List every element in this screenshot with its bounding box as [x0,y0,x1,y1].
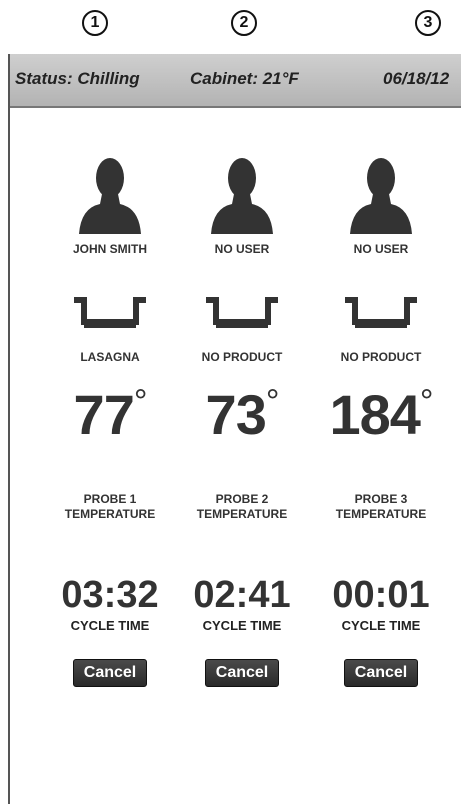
user-silhouette-icon[interactable] [167,154,317,239]
user-silhouette-icon[interactable] [35,154,185,239]
cycle-time-value: 00:01 [332,574,430,616]
probe-label-line2: TEMPERATURE [335,507,427,521]
callout-1: 1 [82,10,108,36]
probe-label-line1: PROBE 3 [354,492,408,506]
probe-label: PROBE 3 TEMPERATURE [306,492,456,522]
cycle-time-value: 03:32 [61,574,159,616]
user-name[interactable]: NO USER [306,242,456,256]
slot-3: NO USER NO PRODUCT 184° PROBE 3 TEMPERATU… [306,54,456,804]
cycle-time-label: CYCLE TIME [341,618,421,633]
temperature-value: 73 [205,383,267,446]
slot-1: JOHN SMITH LASAGNA 77° PROBE 1 TEMPERATUR… [35,54,185,804]
degree-symbol: ° [265,383,280,421]
cycle-time-value: 02:41 [193,574,291,616]
degree-symbol: ° [419,383,434,421]
cancel-button-wrap: Cancel [306,659,456,687]
cancel-button[interactable]: Cancel [72,659,148,687]
probe-label: PROBE 2 TEMPERATURE [167,492,317,522]
callout-2: 2 [231,10,257,36]
user-silhouette-icon[interactable] [306,154,456,239]
probe-label-line1: PROBE 2 [215,492,269,506]
device-screen: Status: Chilling Cabinet: 21°F 06/18/12 … [8,54,461,804]
probe-label: PROBE 1 TEMPERATURE [35,492,185,522]
product-name[interactable]: NO PRODUCT [167,350,317,364]
temperature-value: 184 [329,383,420,446]
cancel-button[interactable]: Cancel [343,659,419,687]
probe-temperature: 184° [306,385,456,443]
probe-label-line2: TEMPERATURE [64,507,156,521]
cancel-button[interactable]: Cancel [204,659,280,687]
probe-temperature: 73° [167,385,317,443]
cycle-time-label: CYCLE TIME [70,618,150,633]
product-name[interactable]: NO PRODUCT [306,350,456,364]
degree-symbol: ° [133,383,148,421]
cancel-button-wrap: Cancel [167,659,317,687]
cancel-button-wrap: Cancel [35,659,185,687]
food-pan-icon[interactable] [35,294,185,339]
food-pan-icon[interactable] [306,294,456,339]
user-name[interactable]: JOHN SMITH [35,242,185,256]
callout-3: 3 [415,10,441,36]
product-name[interactable]: LASAGNA [35,350,185,364]
slot-2: NO USER NO PRODUCT 73° PROBE 2 TEMPERATUR… [167,54,317,804]
user-name[interactable]: NO USER [167,242,317,256]
temperature-value: 77 [73,383,135,446]
probe-temperature: 77° [35,385,185,443]
probe-label-line2: TEMPERATURE [196,507,288,521]
food-pan-icon[interactable] [167,294,317,339]
cycle-time-label: CYCLE TIME [202,618,282,633]
probe-label-line1: PROBE 1 [83,492,137,506]
